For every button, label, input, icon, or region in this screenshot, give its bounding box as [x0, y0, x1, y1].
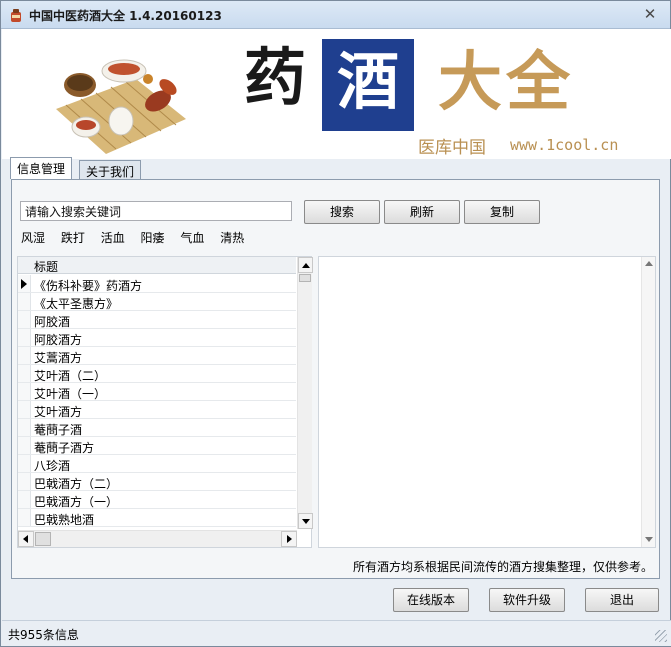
table-row[interactable]: 阿胶酒: [18, 311, 296, 329]
category-link-qingre[interactable]: 清热: [220, 229, 244, 246]
software-upgrade-button[interactable]: 软件升级: [489, 588, 565, 612]
exit-button[interactable]: 退出: [585, 588, 659, 612]
arrow-down-icon: [302, 519, 310, 524]
table-row[interactable]: 阿胶酒方: [18, 329, 296, 347]
table-row[interactable]: 菴蔄子酒方: [18, 437, 296, 455]
title-bar[interactable]: 中国中医药酒大全 1.4.20160123 ✕: [1, 1, 670, 29]
table-row[interactable]: 艾叶酒方: [18, 401, 296, 419]
row-title: 艾叶酒方: [34, 405, 83, 419]
table-row[interactable]: 菴蔄子酒: [18, 419, 296, 437]
category-link-dieda[interactable]: 跌打: [61, 229, 85, 246]
table-row[interactable]: 八珍酒: [18, 455, 296, 473]
app-window: 中国中医药酒大全 1.4.20160123 ✕ 药 酒 大全 医库中国 www.…: [0, 0, 671, 647]
disclaimer-text: 所有酒方均系根据民间流传的酒方搜集整理，仅供参考。: [352, 560, 653, 574]
list-header[interactable]: 标题: [18, 257, 296, 274]
search-button[interactable]: 搜索: [304, 200, 380, 224]
row-indicator: [18, 509, 31, 526]
row-indicator: [18, 275, 31, 292]
category-links: 风湿 跌打 活血 阳痿 气血 清热: [21, 229, 256, 247]
row-indicator: [18, 365, 31, 382]
category-link-fengshi[interactable]: 风湿: [21, 229, 45, 246]
arrow-up-icon[interactable]: [645, 261, 653, 266]
arrow-up-icon: [302, 263, 310, 268]
table-row[interactable]: 艾叶酒（二）: [18, 365, 296, 383]
row-title: 巴戟酒方（二）: [34, 477, 119, 491]
row-title: 巴戟酒方（一）: [34, 495, 119, 509]
row-title: 八珍酒: [34, 459, 71, 473]
row-indicator: [18, 293, 31, 310]
row-indicator: [18, 401, 31, 418]
resize-grip-icon[interactable]: [655, 630, 667, 642]
scroll-down-button[interactable]: [298, 513, 313, 529]
row-indicator: [18, 473, 31, 490]
row-title: 艾蒿酒方: [34, 351, 83, 365]
search-input[interactable]: [20, 201, 292, 221]
table-row[interactable]: 巴戟熟地酒: [18, 509, 296, 527]
banner-char-yao: 药: [244, 41, 307, 114]
scroll-up-button[interactable]: [298, 257, 313, 273]
table-row[interactable]: 巴戟酒方（二）: [18, 473, 296, 491]
recipe-list[interactable]: 标题 《伤科补要》药酒方 《太平圣惠方》 阿胶酒 阿胶酒方 艾蒿酒方 艾叶酒（二…: [17, 256, 313, 548]
row-title: 菴蔄子酒: [34, 423, 83, 437]
scroll-left-button[interactable]: [18, 531, 34, 547]
row-title: 阿胶酒方: [34, 333, 83, 347]
recipe-detail-pane[interactable]: [318, 256, 656, 548]
banner: 药 酒 大全 医库中国 www.1cool.cn: [2, 29, 671, 159]
close-button[interactable]: ✕: [640, 5, 660, 23]
window-title: 中国中医药酒大全 1.4.20160123: [29, 9, 222, 23]
table-row[interactable]: 《伤科补要》药酒方: [18, 275, 296, 293]
row-indicator: [18, 329, 31, 346]
row-title: 艾叶酒（二）: [34, 369, 107, 383]
tab-info-management[interactable]: 信息管理: [10, 157, 73, 179]
current-row-arrow-icon: [21, 279, 27, 289]
list-vertical-scrollbar[interactable]: [297, 257, 313, 529]
status-bar: 共955条信息: [2, 620, 671, 646]
scroll-thumb[interactable]: [299, 274, 311, 282]
banner-subtitle: 医库中国: [418, 138, 486, 158]
tab-about-us[interactable]: 关于我们: [79, 160, 142, 179]
arrow-left-icon: [23, 535, 28, 543]
tab-strip: 信息管理 关于我们: [10, 157, 660, 179]
list-header-title: 标题: [34, 260, 59, 274]
table-row[interactable]: 艾叶酒（一）: [18, 383, 296, 401]
row-indicator: [18, 383, 31, 400]
recipe-list-rows: 标题 《伤科补要》药酒方 《太平圣惠方》 阿胶酒 阿胶酒方 艾蒿酒方 艾叶酒（二…: [18, 257, 296, 529]
table-row[interactable]: 巴戟酒方（一）: [18, 491, 296, 509]
row-title: 艾叶酒（一）: [34, 387, 107, 401]
row-indicator: [18, 455, 31, 472]
arrow-down-icon[interactable]: [645, 537, 653, 542]
app-icon: [11, 9, 21, 22]
category-link-yangwei[interactable]: 阳痿: [141, 229, 165, 246]
scroll-thumb[interactable]: [35, 532, 51, 546]
row-indicator: [18, 311, 31, 328]
record-count: 共955条信息: [8, 628, 79, 642]
tea-set-image: [56, 59, 186, 154]
row-title: 《伤科补要》药酒方: [34, 279, 143, 293]
refresh-button[interactable]: 刷新: [384, 200, 460, 224]
row-title: 巴戟熟地酒: [34, 513, 95, 527]
row-title: 阿胶酒: [34, 315, 71, 329]
table-row[interactable]: 《太平圣惠方》: [18, 293, 296, 311]
tab-panel-info-management: 搜索 刷新 复制 风湿 跌打 活血 阳痿 气血 清热 标题 《伤科补要》药酒方: [11, 179, 660, 579]
row-indicator: [18, 437, 31, 454]
banner-char-daquan: 大全: [438, 45, 574, 120]
category-link-huoxue[interactable]: 活血: [101, 229, 125, 246]
arrow-right-icon: [287, 535, 292, 543]
row-indicator: [18, 491, 31, 508]
row-indicator: [18, 347, 31, 364]
detail-vertical-scrollbar[interactable]: [641, 257, 655, 547]
table-row[interactable]: 艾蒿酒方: [18, 347, 296, 365]
row-title: 《太平圣惠方》: [34, 297, 119, 311]
row-title: 菴蔄子酒方: [34, 441, 95, 455]
scroll-right-button[interactable]: [281, 531, 297, 547]
banner-url: www.1cool.cn: [510, 136, 619, 154]
list-horizontal-scrollbar[interactable]: [18, 530, 297, 547]
row-indicator: [18, 419, 31, 436]
banner-char-jiu: 酒: [336, 45, 399, 118]
online-version-button[interactable]: 在线版本: [393, 588, 469, 612]
copy-button[interactable]: 复制: [464, 200, 540, 224]
category-link-qixue[interactable]: 气血: [180, 229, 204, 246]
